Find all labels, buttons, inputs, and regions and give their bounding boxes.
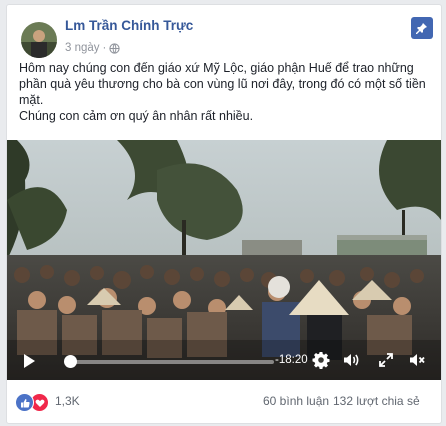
progress-track[interactable]: [69, 360, 274, 364]
post-card: Lm Trần Chính Trực 3 ngày · Hôm nay chún…: [6, 4, 442, 424]
video-player[interactable]: -18:20: [7, 140, 441, 380]
reaction-icons[interactable]: [15, 393, 49, 412]
volume-icon[interactable]: [342, 351, 360, 369]
expand-icon[interactable]: [378, 352, 394, 368]
progress-knob[interactable]: [64, 355, 77, 368]
mute-icon[interactable]: [408, 351, 426, 369]
post-text-line: Hôm nay chúng con đến giáo xứ Mỹ Lộc, gi…: [19, 61, 426, 107]
post-time[interactable]: 3 ngày: [65, 42, 100, 54]
comment-count[interactable]: 60 bình luận: [263, 394, 329, 408]
video-frame: [7, 140, 441, 380]
pin-icon[interactable]: [411, 17, 433, 39]
globe-icon: [109, 42, 121, 54]
post-meta: 3 ngày ·: [65, 42, 121, 54]
play-icon[interactable]: [21, 352, 37, 370]
like-icon: [15, 393, 34, 412]
post-text-line: Chúng con cảm ơn quý ân nhân rất nhiều.: [19, 109, 254, 123]
avatar[interactable]: [21, 22, 57, 58]
reaction-count[interactable]: 1,3K: [55, 394, 80, 408]
share-count[interactable]: 132 lượt chia sẻ: [333, 394, 420, 408]
gear-icon[interactable]: [312, 351, 330, 369]
author-name[interactable]: Lm Trần Chính Trực: [65, 18, 193, 33]
post-text: Hôm nay chúng con đến giáo xứ Mỹ Lộc, gi…: [19, 60, 431, 124]
post-stats: 1,3K 60 bình luận 132 lượt chia sẻ: [7, 382, 441, 420]
time-remaining: -18:20: [275, 354, 308, 366]
